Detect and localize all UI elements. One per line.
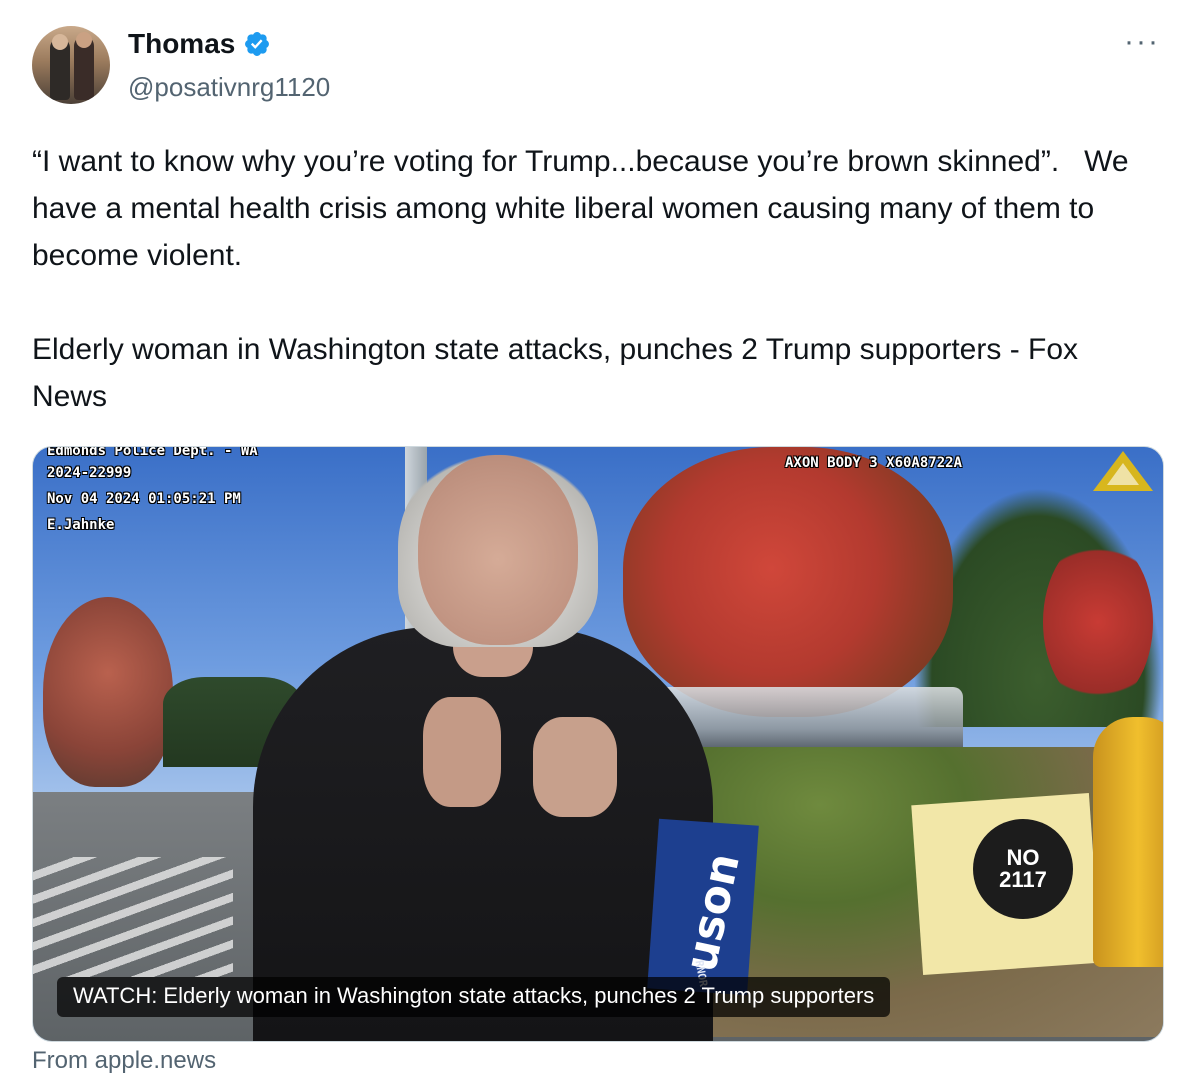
avatar[interactable] (32, 26, 110, 104)
avatar-head-2 (76, 32, 92, 48)
video-caption: WATCH: Elderly woman in Washington state… (57, 977, 891, 1017)
author-handle[interactable]: @posativnrg1120 (128, 72, 330, 103)
link-source[interactable]: From apple.news (32, 1047, 216, 1075)
person-hand-left (423, 697, 501, 807)
sign-no-text: NO (1006, 845, 1040, 870)
scene-red-tree (623, 447, 953, 717)
no-2117-badge: NO 2117 (973, 819, 1073, 919)
bodycam-device: AXON BODY 3 X60A8722A (785, 455, 963, 471)
bodycam-case-number: 2024-22999 (47, 465, 132, 481)
fire-hydrant (1093, 717, 1163, 967)
more-options-icon[interactable]: ··· (1124, 27, 1160, 57)
person-head (418, 455, 578, 645)
sign-number-text: 2117 (999, 867, 1047, 892)
bodycam-agency: Edmonds Police Dept. - WA (47, 446, 258, 459)
axon-logo-icon (1093, 451, 1153, 491)
scene-crosswalk (33, 857, 233, 977)
scene-tree-left (43, 597, 173, 787)
video-thumbnail[interactable]: uson RNOR NO 2117 Edmonds Police Dept. -… (32, 446, 1164, 1042)
author-display-name[interactable]: Thomas (128, 28, 235, 60)
person-hand-right (533, 717, 617, 817)
bodycam-timestamp: Nov 04 2024 01:05:21 PM (47, 491, 241, 507)
scene-red-tree-right (1043, 537, 1153, 707)
author-name-row: Thomas (128, 28, 271, 60)
avatar-head-1 (52, 34, 68, 50)
bodycam-officer: E.Jahnke (47, 517, 115, 533)
verified-badge-icon (245, 32, 270, 56)
tweet-text: “I want to know why you’re voting for Tr… (32, 145, 1129, 413)
